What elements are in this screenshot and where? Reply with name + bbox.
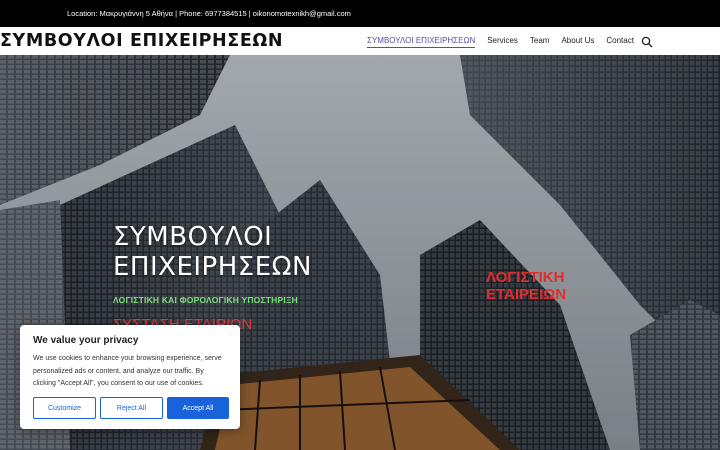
cookie-description: We use cookies to enhance your browsing … (33, 355, 222, 387)
hero-title: ΣΥΜΒΟΥΛΟΙ ΕΠΙΧΕΙΡΗΣΕΩΝ (113, 222, 373, 282)
customize-button[interactable]: Customize (33, 397, 96, 419)
accept-all-button[interactable]: Accept All (167, 397, 229, 419)
site-header: ΣΥΜΒΟΥΛΟΙ ΕΠΙΧΕΙΡΗΣΕΩΝ ΣΥΜΒΟΥΛΟΙ ΕΠΙΧΕΙΡ… (0, 27, 720, 55)
nav-item-about[interactable]: About Us (561, 36, 594, 48)
site-logo[interactable]: ΣΥΜΒΟΥΛΟΙ ΕΠΙΧΕΙΡΗΣΕΩΝ (0, 31, 283, 51)
cookie-consent-banner: We value your privacy We use cookies to … (20, 325, 240, 429)
hero-service-accounting-line-1: ΛΟΓΙΣΤΙΚΗ (486, 269, 565, 286)
hero-subtitle: ΛΟΓΙΣΤΙΚΗ ΚΑΙ ΦΟΡΟΛΟΓΙΚΗ ΥΠΟΣΤΗΡΙΞΗ (113, 295, 298, 305)
hero-title-line-1: ΣΥΜΒΟΥΛΟΙ (113, 222, 273, 252)
nav-item-services[interactable]: Services (487, 36, 518, 48)
main-nav: ΣΥΜΒΟΥΛΟΙ ΕΠΙΧΕΙΡΗΣΕΩΝ Services Team Abo… (367, 36, 634, 48)
nav-item-home[interactable]: ΣΥΜΒΟΥΛΟΙ ΕΠΙΧΕΙΡΗΣΕΩΝ (367, 36, 476, 48)
hero-service-accounting: ΛΟΓΙΣΤΙΚΗ ΕΤΑΙΡΕΙΩΝ (486, 269, 566, 303)
nav-item-contact[interactable]: Contact (606, 36, 634, 48)
cookie-title: We value your privacy (33, 335, 139, 346)
top-info-bar: Location: Μακρυγιάννη 5 Αθήνα | Phone: 6… (0, 0, 720, 27)
search-icon[interactable] (641, 36, 653, 48)
hero-title-line-2: ΕΠΙΧΕΙΡΗΣΕΩΝ (113, 252, 312, 282)
hero-service-accounting-line-2: ΕΤΑΙΡΕΙΩΝ (486, 286, 567, 303)
nav-item-team[interactable]: Team (530, 36, 550, 48)
cookie-actions: Customize Reject All Accept All (33, 397, 229, 419)
contact-info-text: Location: Μακρυγιάννη 5 Αθήνα | Phone: 6… (67, 9, 351, 18)
reject-all-button[interactable]: Reject All (100, 397, 163, 419)
